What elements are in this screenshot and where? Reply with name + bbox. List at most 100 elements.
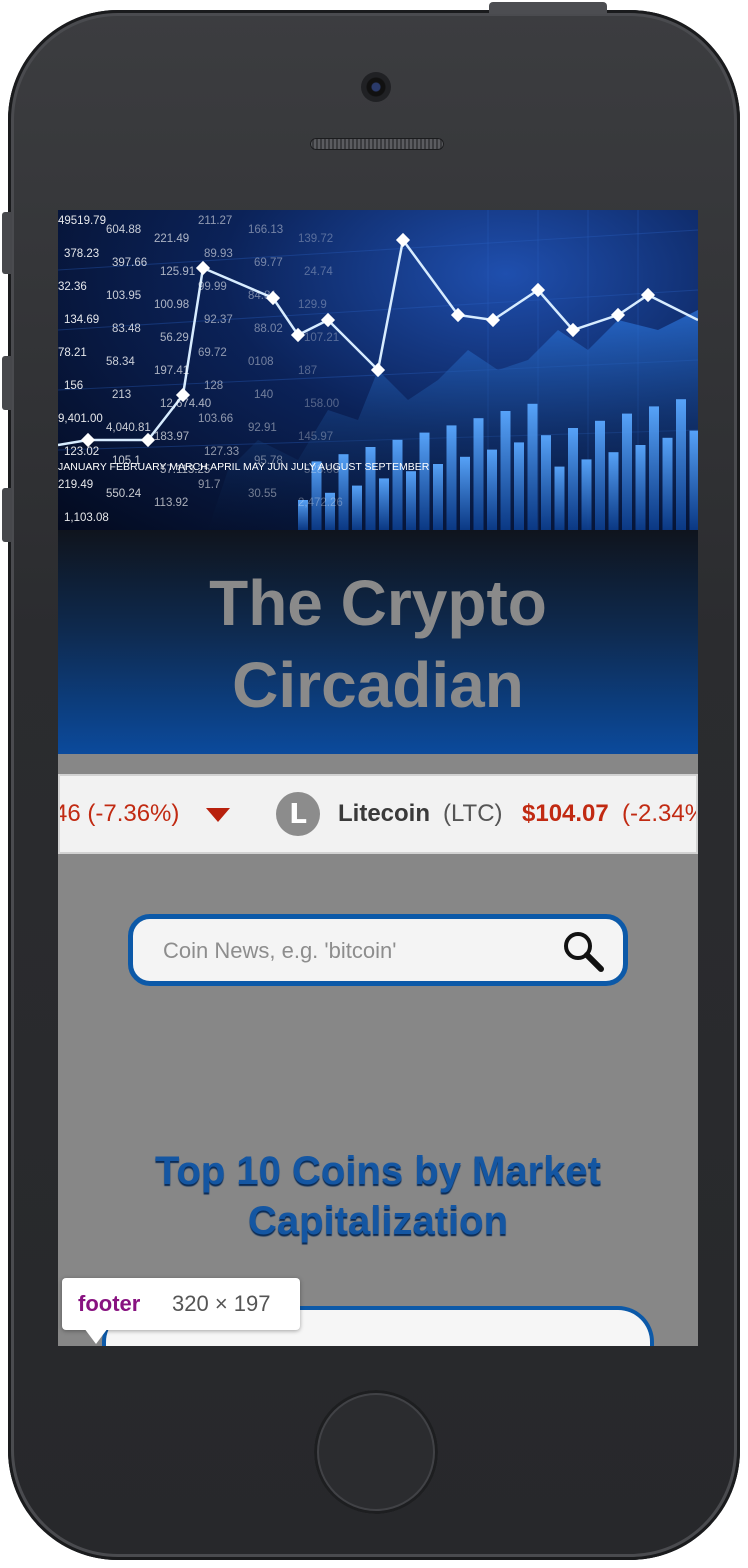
phone-screen: 49519.79 604.88 221.49 211.27 166.13 139.72 37… bbox=[58, 210, 698, 1346]
search-icon[interactable] bbox=[561, 929, 605, 973]
hero-bar bbox=[392, 439, 403, 530]
hero-number: 0108 bbox=[248, 356, 274, 368]
hero-bar bbox=[527, 403, 538, 530]
hero-number: 128 bbox=[204, 380, 223, 392]
hero-number: 92.37 bbox=[204, 314, 233, 326]
hero-bar bbox=[514, 442, 524, 530]
hero-number: 24.74 bbox=[304, 266, 333, 278]
hero-bar bbox=[649, 406, 659, 530]
hero-number: 187 bbox=[298, 365, 317, 377]
hero-bar bbox=[473, 418, 484, 530]
hero-number: 30.55 bbox=[248, 488, 277, 500]
hero-number: 139.72 bbox=[298, 233, 333, 245]
hero-bar bbox=[365, 447, 376, 530]
mute-switch bbox=[2, 212, 12, 274]
search-input[interactable] bbox=[161, 919, 545, 983]
hero-bar bbox=[635, 445, 646, 530]
hero-number: 211.27 bbox=[198, 215, 232, 227]
power-button bbox=[489, 2, 607, 14]
hero-number: 88.02 bbox=[254, 323, 283, 335]
hero-bar bbox=[689, 430, 698, 530]
ticker-coin-price: $104.07 bbox=[522, 800, 609, 827]
hero-bar bbox=[419, 432, 430, 530]
hero-bar bbox=[581, 459, 592, 530]
hero-bar bbox=[554, 466, 565, 530]
tooltip-tag-name: footer bbox=[78, 1291, 141, 1316]
hero-number: 69.77 bbox=[254, 257, 283, 269]
hero-number: 58.34 bbox=[106, 356, 135, 368]
site-banner: The Crypto Circadian bbox=[58, 530, 698, 754]
hero-number: 78.21 bbox=[58, 347, 87, 359]
hero-number: 213 bbox=[112, 389, 131, 401]
tooltip-dimensions: 320 × 197 bbox=[172, 1291, 271, 1316]
hero-number: 1,103.08 bbox=[64, 512, 109, 524]
hero-number: 103.95 bbox=[106, 290, 141, 302]
hero-number: 183.97 bbox=[154, 431, 189, 443]
hero-number: 69.72 bbox=[198, 347, 227, 359]
ticker-coin-symbol: (LTC) bbox=[443, 800, 503, 827]
hero-number: 197.41 bbox=[154, 365, 189, 377]
hero-number: 56.29 bbox=[160, 332, 189, 344]
hero-bar bbox=[608, 452, 619, 530]
stock-chart-graphic: 49519.79604.88 221.49 211.27 166.13 139.72 37… bbox=[58, 210, 698, 530]
ticker-prev-change: 46 (-7.36%) bbox=[58, 800, 180, 827]
site-title[interactable]: The Crypto Circadian bbox=[58, 562, 698, 726]
hero-number: 123.02 bbox=[64, 446, 99, 458]
hero-number: 378.23 bbox=[64, 248, 99, 260]
hero-number: 158.00 bbox=[304, 398, 339, 410]
hero-number: 49519.79 bbox=[58, 215, 106, 227]
hero-bar bbox=[460, 456, 470, 530]
tooltip-pointer bbox=[84, 1328, 108, 1344]
hero-number: 103.66 bbox=[198, 413, 233, 425]
hero-bar bbox=[406, 471, 416, 530]
home-button[interactable] bbox=[314, 1390, 438, 1514]
hero-bar bbox=[541, 435, 551, 530]
hero-number: 127.33 bbox=[204, 446, 239, 458]
hero-bar bbox=[662, 437, 673, 530]
hero-number: 604.88 bbox=[106, 224, 141, 236]
hero-number: 219.49 bbox=[58, 479, 93, 491]
hero-bar bbox=[568, 428, 578, 530]
ticker-coin-change: (-2.34%) bbox=[622, 800, 696, 827]
coin-news-search bbox=[128, 914, 628, 986]
hero-number: 125.91 bbox=[160, 266, 195, 278]
hero-number: 91.7 bbox=[198, 479, 220, 491]
hero-bar bbox=[500, 411, 511, 530]
hero-number: 9,401.00 bbox=[58, 413, 103, 425]
hero-number: 397.66 bbox=[112, 257, 147, 269]
hero-number: 89.93 bbox=[204, 248, 233, 260]
hero-bar bbox=[446, 425, 457, 530]
hero-number: 107.21 bbox=[304, 332, 339, 344]
down-arrow-icon bbox=[206, 808, 230, 822]
hero-number: 83.48 bbox=[112, 323, 141, 335]
ticker-coin-name[interactable]: Litecoin bbox=[338, 776, 430, 852]
hero-bar bbox=[379, 478, 389, 530]
hero-bar bbox=[433, 464, 443, 530]
hero-number: 145.97 bbox=[298, 431, 333, 443]
price-ticker: 46 (-7.36%) L Litecoin (LTC) $104.07 (-2… bbox=[58, 774, 698, 854]
hero-number: 134.69 bbox=[64, 314, 99, 326]
litecoin-icon: L bbox=[276, 792, 320, 836]
hero-number: 550.24 bbox=[106, 488, 142, 500]
hero-marker bbox=[640, 287, 656, 303]
hero-number: 100.98 bbox=[154, 299, 189, 311]
hero-number: 32.36 bbox=[58, 281, 87, 293]
front-camera bbox=[361, 72, 391, 102]
hero-months: JANUARY FEBRUARY MARCH APRIL MAY JUN JUL… bbox=[58, 461, 430, 473]
top-coins-heading: Top 10 Coins by Market Capitalization bbox=[154, 1149, 601, 1243]
hero-bar bbox=[622, 413, 632, 530]
hero-image: 49519.79 604.88 221.49 211.27 166.13 139.72 37… bbox=[58, 210, 698, 530]
hero-number: 156 bbox=[64, 380, 83, 392]
hero-number: 166.13 bbox=[248, 224, 283, 236]
hero-marker bbox=[195, 260, 211, 276]
hero-marker bbox=[290, 327, 306, 343]
earpiece-speaker bbox=[310, 138, 444, 150]
hero-bar bbox=[352, 485, 362, 530]
hero-marker bbox=[80, 432, 96, 448]
hero-number: 129.9 bbox=[298, 299, 327, 311]
volume-up-button bbox=[2, 356, 12, 410]
devtools-element-tooltip: footer 320 × 197 bbox=[62, 1278, 300, 1330]
hero-number: 221.49 bbox=[154, 233, 189, 245]
hero-number: 12,674.40 bbox=[160, 398, 211, 410]
hero-bar bbox=[487, 449, 497, 530]
